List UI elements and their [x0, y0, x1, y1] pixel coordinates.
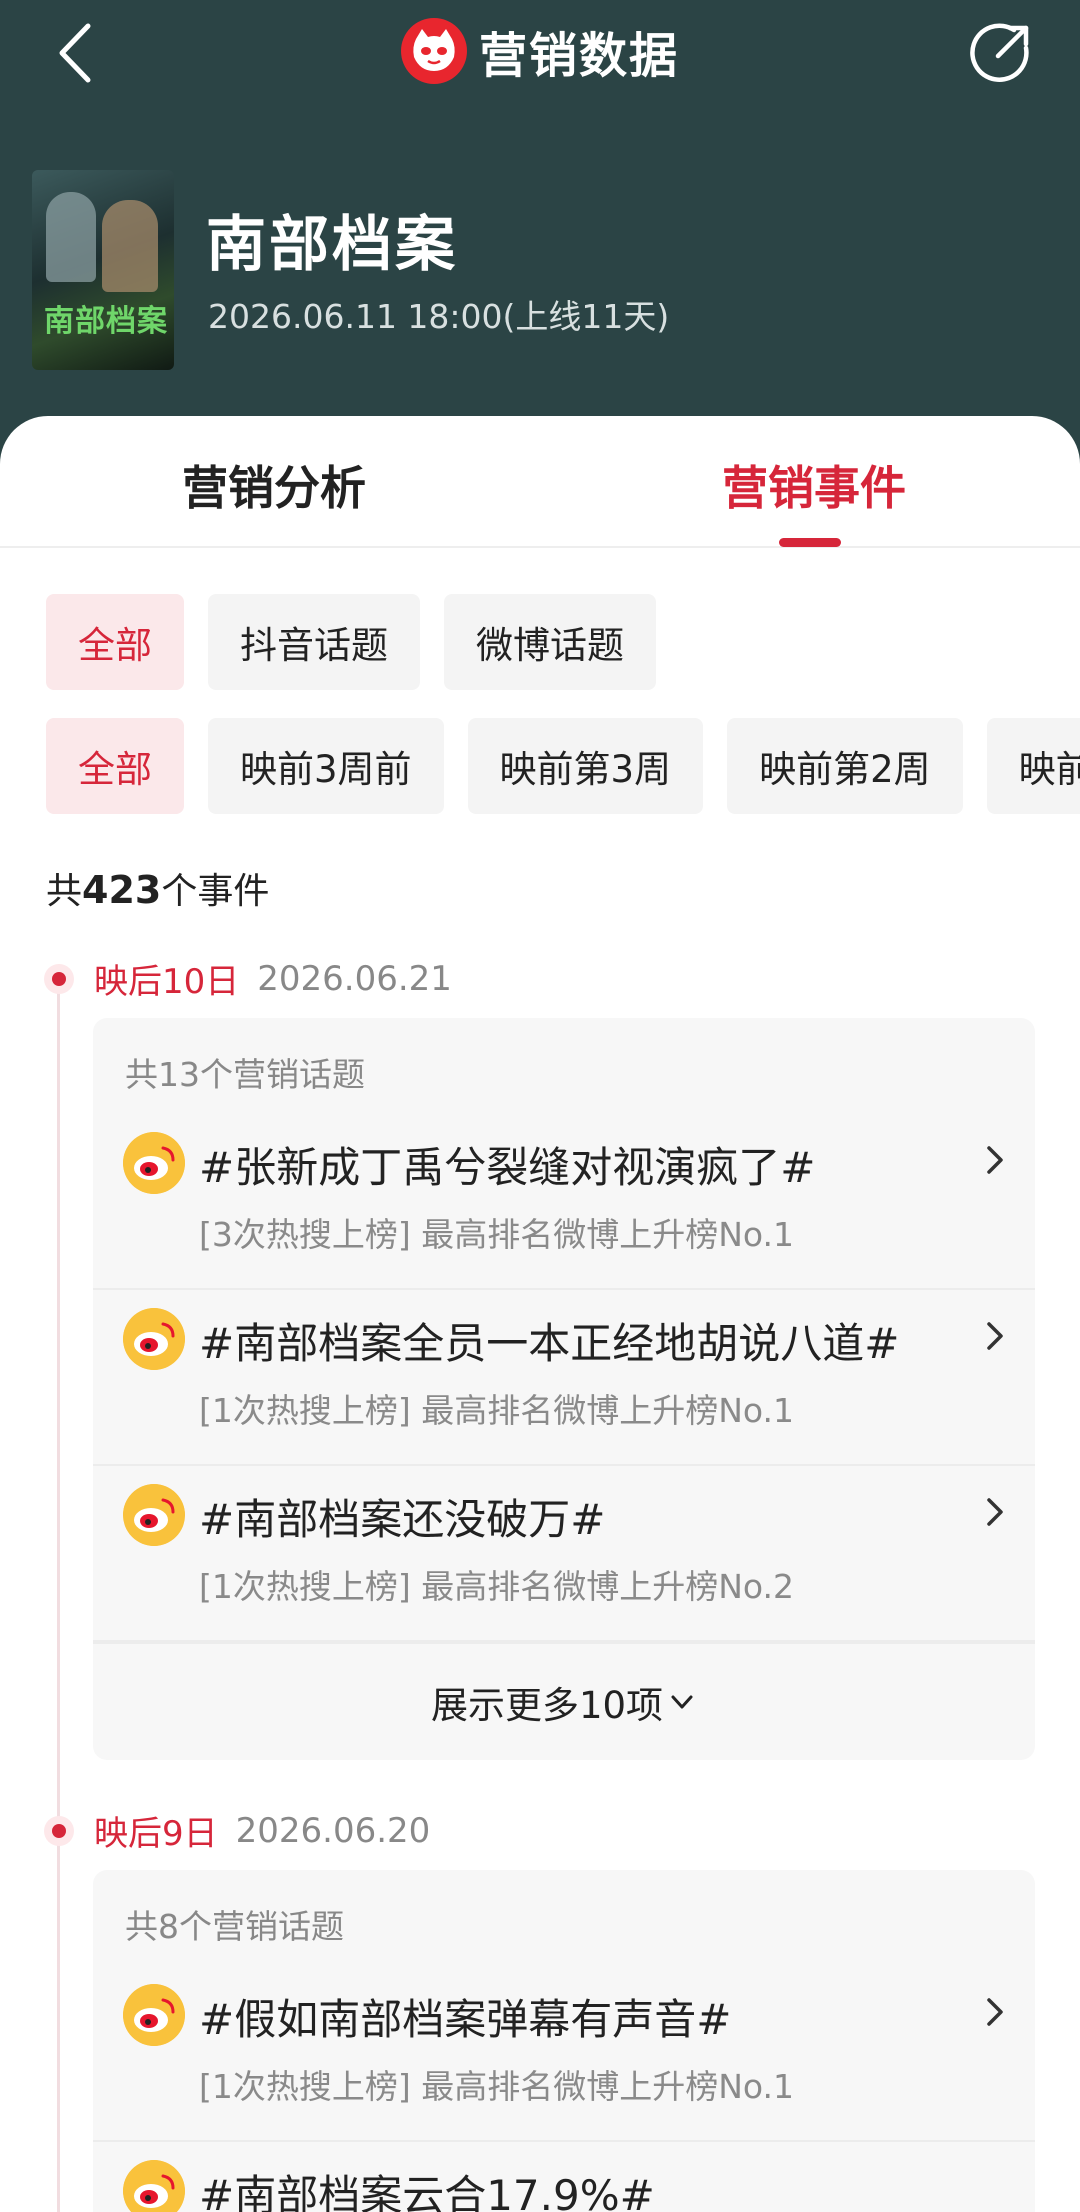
day-date: 2026.06.20	[235, 1810, 431, 1851]
tab-marketing-events[interactable]: 营销事件	[722, 452, 906, 518]
timeline-day-header: 映后10日 2026.06.21	[44, 954, 452, 1003]
weibo-icon	[123, 2160, 185, 2212]
show-more-label: 展示更多10项	[430, 1684, 664, 1727]
chevron-right-icon	[987, 1322, 1003, 1350]
weibo-icon	[123, 1308, 185, 1370]
chevron-right-icon	[987, 1998, 1003, 2026]
event-count: 共423个事件	[46, 862, 269, 914]
tab-bar: 营销分析 营销事件	[0, 416, 1080, 548]
topic-title: #南部档案还没破万#	[199, 1495, 606, 1544]
chevron-right-icon	[987, 1498, 1003, 1526]
poster-figure	[46, 192, 96, 282]
movie-poster[interactable]: 南部档案	[32, 170, 174, 370]
topic-detail: [1次热搜上榜] 最高排名微博上升榜No.2	[199, 1567, 795, 1606]
release-datetime: 2026.06.11 18:00(上线11天)	[208, 297, 670, 336]
event-count-prefix: 共	[46, 871, 83, 912]
topic-detail: [3次热搜上榜] 最高排名微博上升榜No.1	[199, 1215, 795, 1254]
event-card: 共13个营销话题 #张新成丁禹兮裂缝对视演疯了# [3次热搜上榜] 最高排名微博…	[93, 1018, 1035, 1760]
active-tab-indicator	[779, 538, 841, 547]
platform-filter: 全部 抖音话题 微博话题	[46, 594, 656, 690]
topic-title: #南部档案全员一本正经地胡说八道#	[199, 1319, 900, 1368]
filter-chip-weibo[interactable]: 微博话题	[444, 594, 656, 690]
period-chip[interactable]: 映前	[986, 718, 1080, 814]
weibo-icon	[123, 1132, 185, 1194]
event-count-suffix: 个事件	[161, 871, 270, 912]
day-date: 2026.06.21	[257, 958, 452, 999]
topic-title: #假如南部档案弹幕有声音#	[199, 1995, 732, 2044]
header: 营销数据 南部档案 南部档案 2026.06.11 18:00(上线11天)	[0, 0, 1080, 430]
cat-logo-icon	[400, 18, 467, 84]
day-label: 映后9日	[94, 1814, 218, 1854]
poster-figure	[102, 200, 158, 292]
topic-count: 共8个营销话题	[125, 1907, 344, 1946]
movie-name: 南部档案	[206, 210, 458, 280]
timeline-line	[57, 976, 60, 2212]
filter-chip-all[interactable]: 全部	[46, 594, 184, 690]
chevron-down-icon	[671, 1695, 693, 1709]
topic-count: 共13个营销话题	[125, 1055, 365, 1094]
chevron-right-icon	[987, 1146, 1003, 1174]
app-title-bar: 营销数据	[0, 16, 1080, 86]
topic-item[interactable]: #南部档案还没破万# [1次热搜上榜] 最高排名微博上升榜No.2	[93, 1466, 1035, 1642]
timeline-day-header: 映后9日 2026.06.20	[44, 1806, 430, 1855]
topic-item[interactable]: #假如南部档案弹幕有声音# [1次热搜上榜] 最高排名微博上升榜No.1	[93, 1966, 1035, 2142]
content-sheet: 营销分析 营销事件 全部 抖音话题 微博话题 全部 映前3周前 映前第3周 映前…	[0, 416, 1080, 2212]
page-title: 营销数据	[478, 28, 679, 84]
show-more-button[interactable]: 展示更多10项	[93, 1642, 1035, 1760]
topic-item[interactable]: #张新成丁禹兮裂缝对视演疯了# [3次热搜上榜] 最高排名微博上升榜No.1	[93, 1114, 1035, 1290]
timeline-dot-icon	[44, 1815, 74, 1846]
weibo-icon	[123, 1484, 185, 1546]
period-chip[interactable]: 映前3周前	[208, 718, 444, 814]
period-chip[interactable]: 映前第2周	[727, 718, 963, 814]
period-chip[interactable]: 映前第3周	[467, 718, 704, 814]
topic-item[interactable]: #南部档案云合17.9%#	[93, 2142, 1035, 2212]
day-label: 映后10日	[94, 962, 240, 1002]
timeline-dot-icon	[44, 963, 74, 994]
topic-title: #张新成丁禹兮裂缝对视演疯了#	[199, 1143, 816, 1192]
topic-item[interactable]: #南部档案全员一本正经地胡说八道# [1次热搜上榜] 最高排名微博上升榜No.1	[93, 1290, 1035, 1466]
topic-detail: [1次热搜上榜] 最高排名微博上升榜No.1	[199, 2067, 795, 2106]
tab-marketing-analysis[interactable]: 营销分析	[182, 452, 366, 518]
topic-detail: [1次热搜上榜] 最高排名微博上升榜No.1	[199, 1391, 795, 1430]
share-icon[interactable]	[966, 18, 1036, 88]
filter-chip-douyin[interactable]: 抖音话题	[208, 594, 420, 690]
poster-title-art: 南部档案	[44, 304, 168, 339]
topic-title: #南部档案云合17.9%#	[199, 2171, 655, 2212]
event-count-number: 423	[82, 868, 162, 912]
period-chip-all[interactable]: 全部	[46, 718, 184, 814]
weibo-icon	[123, 1984, 185, 2046]
event-card: 共8个营销话题 #假如南部档案弹幕有声音# [1次热搜上榜] 最高排名微博上升榜…	[93, 1870, 1035, 2212]
period-filter: 全部 映前3周前 映前第3周 映前第2周 映前	[46, 718, 1080, 814]
